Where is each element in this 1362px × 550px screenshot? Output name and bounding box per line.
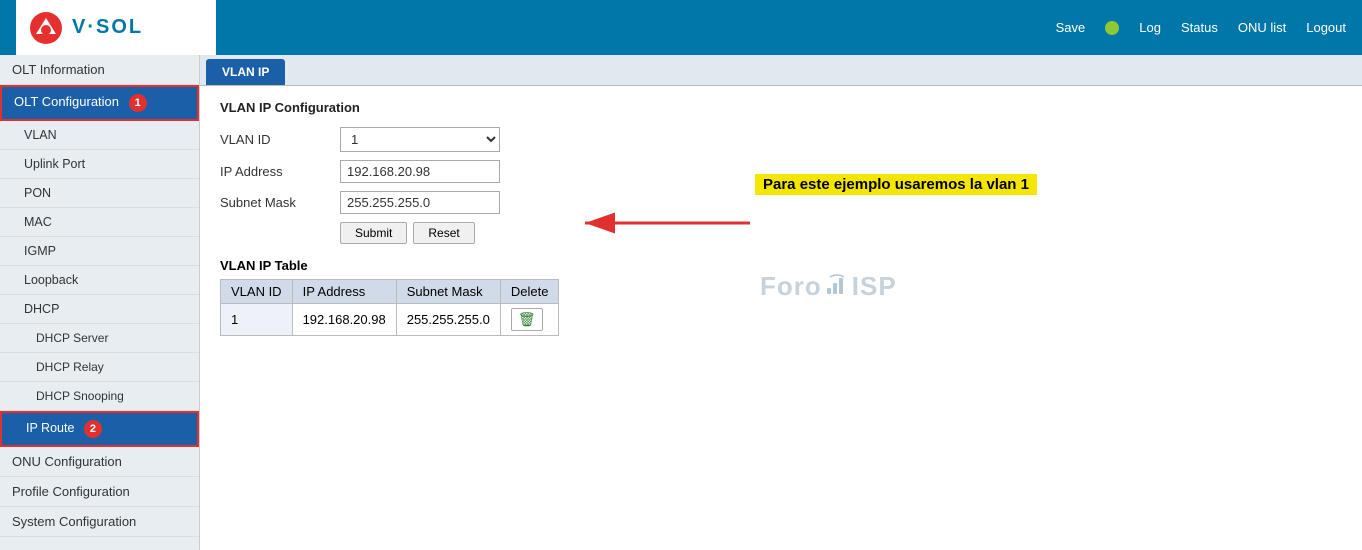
section-title: VLAN IP Configuration	[220, 100, 1342, 115]
sidebar-item-ip-route[interactable]: IP Route 2	[0, 411, 199, 447]
col-delete: Delete	[500, 280, 559, 304]
submit-button[interactable]: Submit	[340, 222, 407, 244]
logout-link[interactable]: Logout	[1306, 20, 1346, 35]
tab-vlan-ip[interactable]: VLAN IP	[206, 59, 285, 85]
sidebar-item-dhcp-relay[interactable]: DHCP Relay	[0, 353, 199, 382]
subnet-mask-input[interactable]	[340, 191, 500, 214]
sidebar-item-igmp[interactable]: IGMP	[0, 237, 199, 266]
cell-vlan-id: 1	[221, 304, 293, 336]
table-row: 1 192.168.20.98 255.255.255.0 🗑	[221, 304, 559, 336]
cell-subnet-mask: 255.255.255.0	[396, 304, 500, 336]
delete-row-button[interactable]: 🗑	[511, 308, 543, 331]
header-nav: Save Log Status ONU list Logout	[1056, 20, 1346, 35]
subnet-mask-label: Subnet Mask	[220, 195, 340, 210]
vlan-ip-table: VLAN ID IP Address Subnet Mask Delete 1 …	[220, 279, 559, 336]
ip-address-label: IP Address	[220, 164, 340, 179]
vsol-logo-icon	[28, 10, 64, 46]
sidebar-item-onu-configuration[interactable]: ONU Configuration	[0, 447, 199, 477]
logo-area: V·SOL	[16, 0, 216, 55]
signal-icon	[826, 274, 848, 296]
reset-button[interactable]: Reset	[413, 222, 474, 244]
sidebar-item-pon[interactable]: PON	[0, 179, 199, 208]
logo-text: V·SOL	[72, 16, 143, 39]
header: V·SOL Save Log Status ONU list Logout	[0, 0, 1362, 55]
status-dot-icon	[1105, 21, 1119, 35]
ip-address-input[interactable]	[340, 160, 500, 183]
main-content: VLAN IP Para este ejemplo usaremos la vl…	[200, 55, 1362, 550]
vlan-id-select[interactable]: 1	[340, 127, 500, 152]
form-row-vlan-id: VLAN ID 1	[220, 127, 1342, 152]
col-vlan-id: VLAN ID	[221, 280, 293, 304]
badge-2: 2	[84, 420, 102, 438]
save-label: Save	[1056, 20, 1086, 35]
callout-text: Para este ejemplo usaremos la vlan 1	[755, 174, 1037, 195]
isp-text: ISP	[852, 271, 897, 302]
sidebar-item-profile-configuration[interactable]: Profile Configuration	[0, 477, 199, 507]
sidebar-item-dhcp-server[interactable]: DHCP Server	[0, 324, 199, 353]
sidebar-item-system-configuration[interactable]: System Configuration	[0, 507, 199, 537]
callout-annotation: Para este ejemplo usaremos la vlan 1	[755, 174, 1037, 195]
foroISP-watermark: Foro ISP	[760, 271, 897, 302]
foro-text: Foro	[760, 271, 822, 302]
layout: OLT Information OLT Configuration 1 VLAN…	[0, 55, 1362, 550]
sidebar-item-olt-information[interactable]: OLT Information	[0, 55, 199, 85]
badge-1: 1	[129, 94, 147, 112]
tab-bar: VLAN IP	[200, 55, 1362, 86]
cell-ip-address: 192.168.20.98	[292, 304, 396, 336]
content-area: Para este ejemplo usaremos la vlan 1 VLA…	[200, 86, 1362, 350]
sidebar: OLT Information OLT Configuration 1 VLAN…	[0, 55, 200, 550]
form-buttons: Submit Reset	[340, 222, 1342, 244]
sidebar-item-dhcp-snooping[interactable]: DHCP Snooping	[0, 382, 199, 411]
sidebar-item-loopback[interactable]: Loopback	[0, 266, 199, 295]
sidebar-item-mac[interactable]: MAC	[0, 208, 199, 237]
col-ip-address: IP Address	[292, 280, 396, 304]
sidebar-item-olt-configuration[interactable]: OLT Configuration 1	[0, 85, 199, 121]
sidebar-item-dhcp[interactable]: DHCP	[0, 295, 199, 324]
status-link[interactable]: Status	[1181, 20, 1218, 35]
cell-delete: 🗑	[500, 304, 559, 336]
vlan-id-label: VLAN ID	[220, 132, 340, 147]
sidebar-item-vlan[interactable]: VLAN	[0, 121, 199, 150]
log-link[interactable]: Log	[1139, 20, 1161, 35]
sidebar-item-uplink-port[interactable]: Uplink Port	[0, 150, 199, 179]
onu-list-link[interactable]: ONU list	[1238, 20, 1286, 35]
col-subnet-mask: Subnet Mask	[396, 280, 500, 304]
